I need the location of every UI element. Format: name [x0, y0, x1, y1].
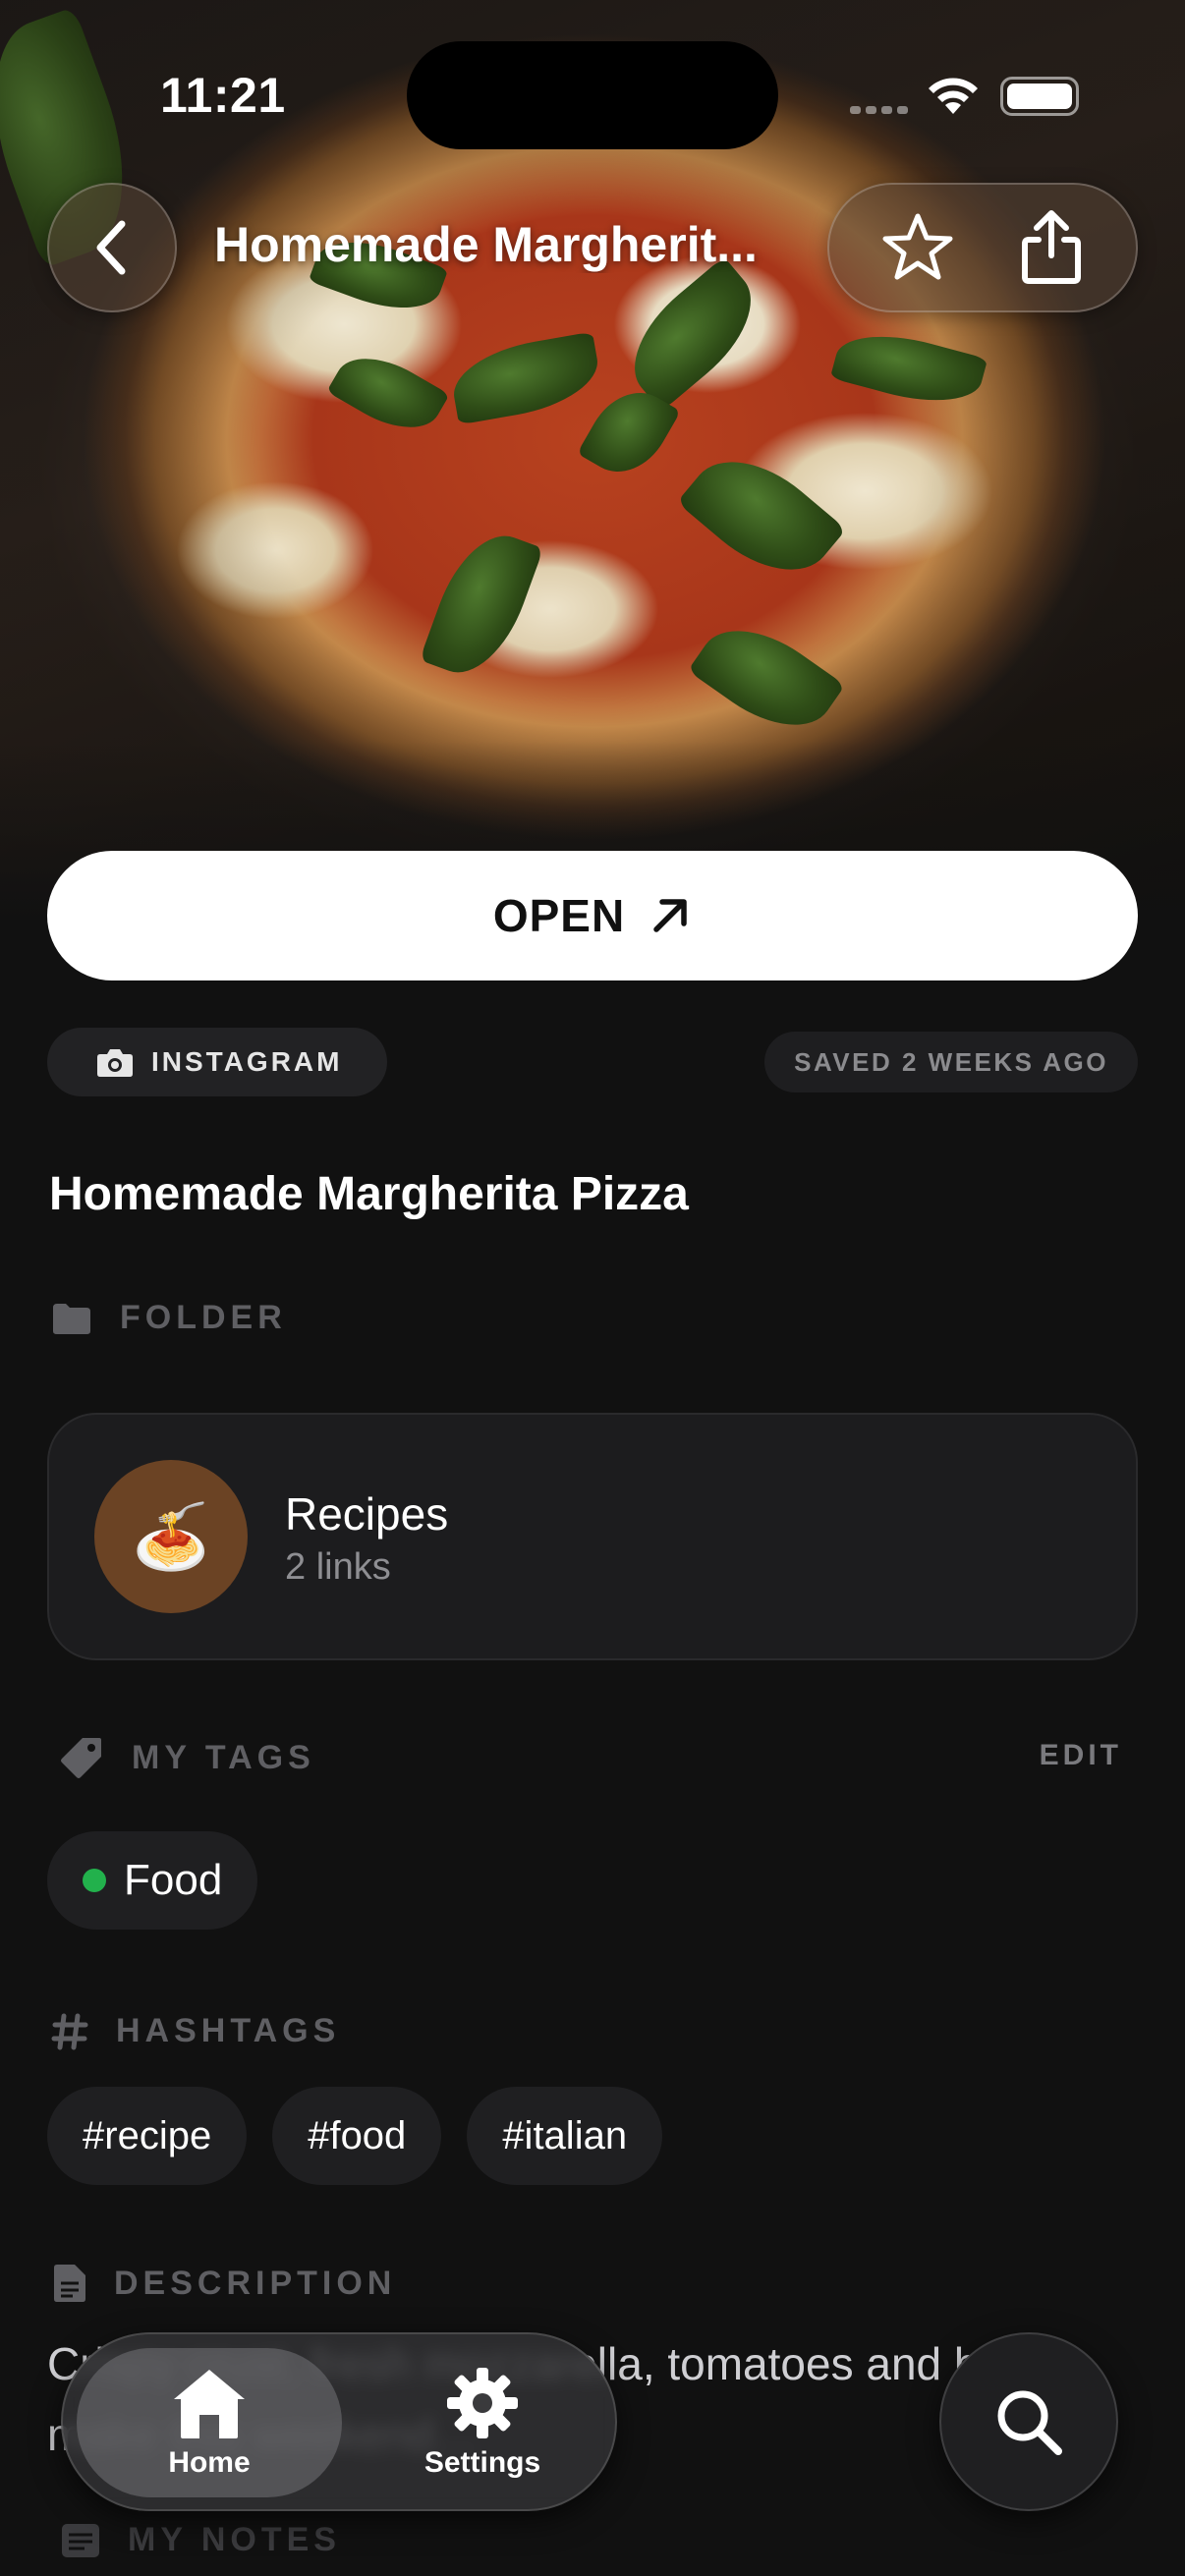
notes-section-heading: MY NOTES [61, 2521, 341, 2559]
folder-name: Recipes [285, 1488, 449, 1540]
dynamic-island [407, 41, 778, 149]
description-section-heading: DESCRIPTION [53, 2264, 396, 2303]
hashtags-section-heading: HASHTAGS [51, 2012, 340, 2050]
share-icon [1021, 210, 1081, 284]
open-button-label: OPEN [492, 890, 626, 941]
house-icon [174, 2370, 245, 2438]
tag-icon [61, 1738, 101, 1778]
folder-icon [53, 1303, 90, 1334]
favorite-button[interactable] [880, 210, 955, 285]
chevron-left-icon [96, 220, 126, 275]
tag-color-dot [83, 1869, 106, 1892]
nav-title: Homemade Margherit... [214, 217, 758, 272]
hashtag-list: #recipe #food #italian [47, 2087, 663, 2185]
tab-settings[interactable]: Settings [369, 2348, 595, 2497]
basil-leaf [687, 606, 846, 750]
star-icon [882, 213, 952, 280]
tab-bar: Home Settings [61, 2332, 617, 2511]
basil-leaf [829, 320, 988, 417]
hashtag-chip[interactable]: #recipe [47, 2087, 248, 2185]
tab-settings-label: Settings [423, 2446, 541, 2479]
saved-badge: SAVED 2 WEEKS AGO [764, 1032, 1138, 1092]
status-time: 11:21 [160, 68, 286, 123]
share-button[interactable] [1017, 208, 1086, 287]
tag-chip[interactable]: Food [47, 1831, 258, 1930]
notes-icon [62, 2523, 99, 2557]
folder-avatar: 🍝 [94, 1460, 248, 1613]
link-title: Homemade Margherita Pizza [49, 1168, 689, 1220]
basil-leaf [419, 521, 544, 688]
basil-leaf [676, 434, 847, 597]
folder-card[interactable]: 🍝 Recipes 2 links [47, 1413, 1138, 1660]
folder-section-heading: FOLDER [51, 1299, 287, 1337]
arrow-up-right-icon [653, 899, 687, 932]
hashtag-chip[interactable]: #food [272, 2087, 442, 2185]
folder-count: 2 links [285, 1546, 391, 1588]
cellular-icon [850, 106, 909, 114]
description-section-label: DESCRIPTION [114, 2264, 397, 2302]
gear-icon [447, 2368, 518, 2438]
tag-label: Food [124, 1856, 223, 1904]
folder-section-label: FOLDER [120, 1299, 287, 1336]
document-icon [54, 2265, 85, 2302]
battery-icon [1000, 77, 1079, 116]
tab-home[interactable]: Home [77, 2348, 342, 2497]
hashtags-section-label: HASHTAGS [116, 2012, 341, 2049]
tags-section-heading: MY TAGS [59, 1735, 315, 1780]
camera-icon [97, 1049, 133, 1077]
back-button[interactable] [47, 183, 177, 312]
wifi-icon [929, 78, 978, 114]
notes-section-label: MY NOTES [128, 2521, 341, 2558]
status-bar: 11:21 [0, 0, 1185, 149]
source-badge: INSTAGRAM [47, 1028, 388, 1096]
search-button[interactable] [939, 2332, 1118, 2511]
basil-leaf [447, 331, 604, 425]
edit-tags-button[interactable]: EDIT [1040, 1739, 1122, 1772]
source-label: INSTAGRAM [151, 1046, 343, 1077]
basil-leaf [326, 340, 450, 446]
search-icon [997, 2390, 1062, 2455]
nav-actions [827, 183, 1138, 312]
tags-section-label: MY TAGS [132, 1738, 315, 1776]
open-button[interactable]: OPEN [47, 851, 1138, 980]
tab-home-label: Home [168, 2446, 251, 2479]
basil-leaf [610, 256, 775, 412]
hash-icon [51, 2013, 88, 2049]
hashtag-chip[interactable]: #italian [467, 2087, 663, 2185]
spaghetti-icon: 🍝 [132, 1501, 210, 1572]
